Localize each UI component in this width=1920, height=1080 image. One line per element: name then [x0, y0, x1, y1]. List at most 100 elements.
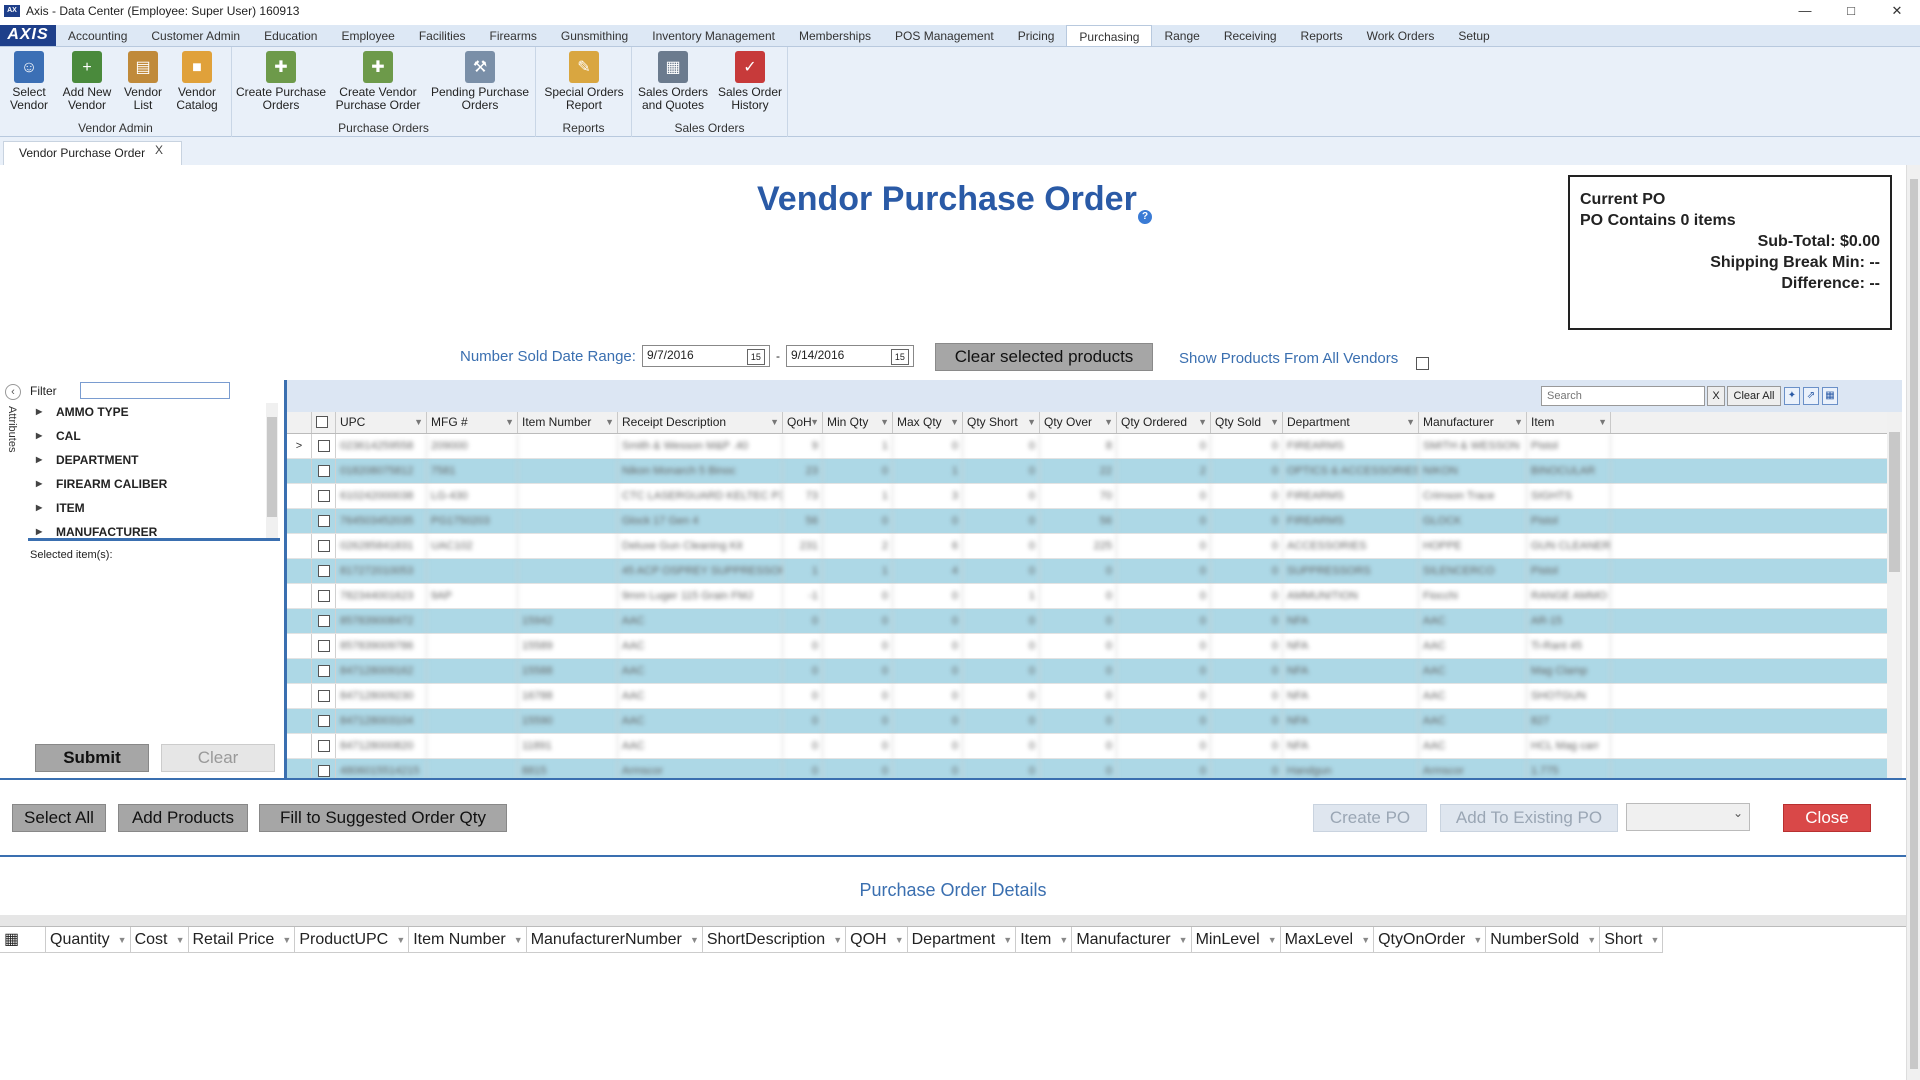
existing-po-select[interactable]: [1626, 803, 1750, 831]
show-all-vendors-checkbox[interactable]: [1416, 357, 1429, 370]
menu-item-inventory-management[interactable]: Inventory Management: [640, 25, 787, 46]
menu-item-pos-management[interactable]: POS Management: [883, 25, 1006, 46]
column-header-min-qty[interactable]: Min Qty ▼: [823, 412, 893, 433]
table-row[interactable]: >023614259558 209000 Smith & Wesson M&P .4…: [287, 434, 1887, 459]
row-selector[interactable]: [287, 609, 312, 633]
column-header-qty-sold[interactable]: Qty Sold ▼: [1211, 412, 1283, 433]
filter-icon[interactable]: ▼: [895, 927, 904, 953]
attribute-scrollbar[interactable]: [266, 403, 278, 538]
row-selector[interactable]: [287, 684, 312, 708]
row-checkbox[interactable]: [312, 759, 336, 780]
filter-icon[interactable]: ▼: [1361, 927, 1370, 953]
filter-icon[interactable]: ▼: [414, 412, 423, 433]
details-column-short[interactable]: Short ▼: [1600, 927, 1664, 953]
details-column-manufacturer[interactable]: Manufacturer ▼: [1072, 927, 1192, 952]
vendor-catalog-button[interactable]: ■ Vendor Catalog: [172, 51, 222, 112]
menu-item-setup[interactable]: Setup: [1446, 25, 1501, 46]
filter-icon[interactable]: ▼: [1473, 927, 1482, 953]
menu-item-work-orders[interactable]: Work Orders: [1355, 25, 1447, 46]
filter-icon[interactable]: ▼: [176, 927, 185, 953]
filter-icon[interactable]: ▼: [1651, 927, 1660, 953]
details-column-department[interactable]: Department ▼: [908, 927, 1017, 952]
details-column-qtyonorder[interactable]: QtyOnOrder ▼: [1374, 927, 1487, 953]
column-header-max-qty[interactable]: Max Qty ▼: [893, 412, 963, 433]
column-header-department[interactable]: Department ▼: [1283, 412, 1419, 433]
filter-icon[interactable]: ▼: [1406, 412, 1415, 433]
column-chooser-icon[interactable]: ▦: [0, 927, 46, 952]
minimize-button[interactable]: —: [1782, 0, 1828, 22]
filter-icon[interactable]: ▼: [1198, 412, 1207, 433]
filter-icon[interactable]: ▼: [1514, 412, 1523, 433]
menu-item-firearms[interactable]: Firearms: [478, 25, 549, 46]
tab-close-icon[interactable]: X: [155, 139, 163, 161]
vendor-list-button[interactable]: ▤ Vendor List: [118, 51, 168, 112]
column-header-manufacturer[interactable]: Manufacturer ▼: [1419, 412, 1527, 433]
row-selector[interactable]: [287, 534, 312, 558]
attribute-ammo-type[interactable]: AMMO TYPE: [30, 403, 270, 427]
table-row[interactable]: 847128003104 15590 AAC 0 0 0 0 0 0 0 NFA AAC 827: [287, 709, 1887, 734]
row-checkbox[interactable]: [312, 584, 336, 608]
filter-icon[interactable]: ▼: [1059, 927, 1068, 953]
create-po-button[interactable]: Create PO: [1313, 804, 1427, 832]
filter-icon[interactable]: ▼: [1268, 927, 1277, 953]
column-header-qty-ordered[interactable]: Qty Ordered ▼: [1117, 412, 1211, 433]
select-all-button[interactable]: Select All: [12, 804, 106, 832]
export-icon[interactable]: ⇗: [1803, 387, 1819, 405]
attribute-department[interactable]: DEPARTMENT: [30, 451, 270, 475]
row-checkbox[interactable]: [312, 559, 336, 583]
row-checkbox[interactable]: [312, 434, 336, 458]
close-window-button[interactable]: ✕: [1874, 0, 1920, 22]
add-to-existing-po-button[interactable]: Add To Existing PO: [1440, 804, 1618, 832]
sales-orders-and-quotes-button[interactable]: ▦ Sales Orders and Quotes: [636, 51, 710, 112]
table-row[interactable]: 847128000820 11891 AAC 0 0 0 0 0 0 0 NFA AAC HCL Mag…: [287, 734, 1887, 759]
table-row[interactable]: 026285841831 UAC102 Deluxe Gun Cleaning Ki…: [287, 534, 1887, 559]
column-header-qoh[interactable]: QoH ▼: [783, 412, 823, 433]
row-checkbox[interactable]: [312, 709, 336, 733]
attribute-cal[interactable]: CAL: [30, 427, 270, 451]
row-selector[interactable]: [287, 459, 312, 483]
row-checkbox[interactable]: [312, 634, 336, 658]
add-new-vendor-button[interactable]: + Add New Vendor: [58, 51, 116, 112]
column-header-item[interactable]: Item ▼: [1527, 412, 1611, 433]
row-selector[interactable]: [287, 734, 312, 758]
menu-item-reports[interactable]: Reports: [1289, 25, 1355, 46]
collapse-panel-icon[interactable]: ‹: [5, 384, 21, 400]
row-checkbox[interactable]: [312, 509, 336, 533]
row-selector[interactable]: [287, 659, 312, 683]
clear-search-button[interactable]: X: [1707, 386, 1725, 406]
filter-icon[interactable]: ▼: [282, 927, 291, 953]
column-header-receipt-description[interactable]: Receipt Description ▼: [618, 412, 783, 433]
details-column-cost[interactable]: Cost ▼: [131, 927, 189, 952]
filter-icon[interactable]: ▼: [1270, 412, 1279, 433]
filter-icon[interactable]: ▼: [1587, 927, 1596, 953]
filter-icon[interactable]: ▼: [770, 412, 779, 433]
menu-item-customer-admin[interactable]: Customer Admin: [139, 25, 252, 46]
menu-item-receiving[interactable]: Receiving: [1212, 25, 1289, 46]
menu-item-pricing[interactable]: Pricing: [1006, 25, 1067, 46]
create-vendor-purchase-order-button[interactable]: ✚ Create Vendor Purchase Order: [330, 51, 426, 112]
calendar-icon[interactable]: 15: [746, 349, 765, 365]
details-column-quantity[interactable]: Quantity ▼: [46, 927, 131, 952]
menu-item-memberships[interactable]: Memberships: [787, 25, 883, 46]
clear-button[interactable]: Clear: [161, 744, 275, 772]
column-header-mfg-[interactable]: MFG # ▼: [427, 412, 518, 433]
close-button[interactable]: Close: [1783, 804, 1871, 832]
row-checkbox[interactable]: [312, 484, 336, 508]
menu-item-employee[interactable]: Employee: [329, 25, 406, 46]
table-row[interactable]: 857839008472 15942 AAC 0 0 0 0 0 0 0 NFA AAC AR-15: [287, 609, 1887, 634]
main-scrollbar[interactable]: [1906, 165, 1920, 1080]
row-selector[interactable]: [287, 584, 312, 608]
fill-suggested-qty-button[interactable]: Fill to Suggested Order Qty: [259, 804, 507, 832]
menu-item-gunsmithing[interactable]: Gunsmithing: [549, 25, 640, 46]
filter-icon[interactable]: ▼: [396, 927, 405, 953]
tab-vendor-purchase-order[interactable]: Vendor Purchase Order X: [3, 141, 182, 165]
add-products-button[interactable]: Add Products: [118, 804, 248, 832]
grid-search-input[interactable]: [1541, 386, 1705, 406]
details-column-item[interactable]: Item ▼: [1016, 927, 1073, 953]
help-icon[interactable]: ?: [1138, 210, 1152, 224]
filter-icon[interactable]: ▼: [1027, 412, 1036, 433]
select-vendor-button[interactable]: ☺ Select Vendor: [2, 51, 56, 112]
clear-all-button[interactable]: Clear All: [1727, 386, 1781, 406]
attribute-firearm-caliber[interactable]: FIREARM CALIBER: [30, 475, 270, 499]
filter-icon[interactable]: ▼: [880, 412, 889, 433]
